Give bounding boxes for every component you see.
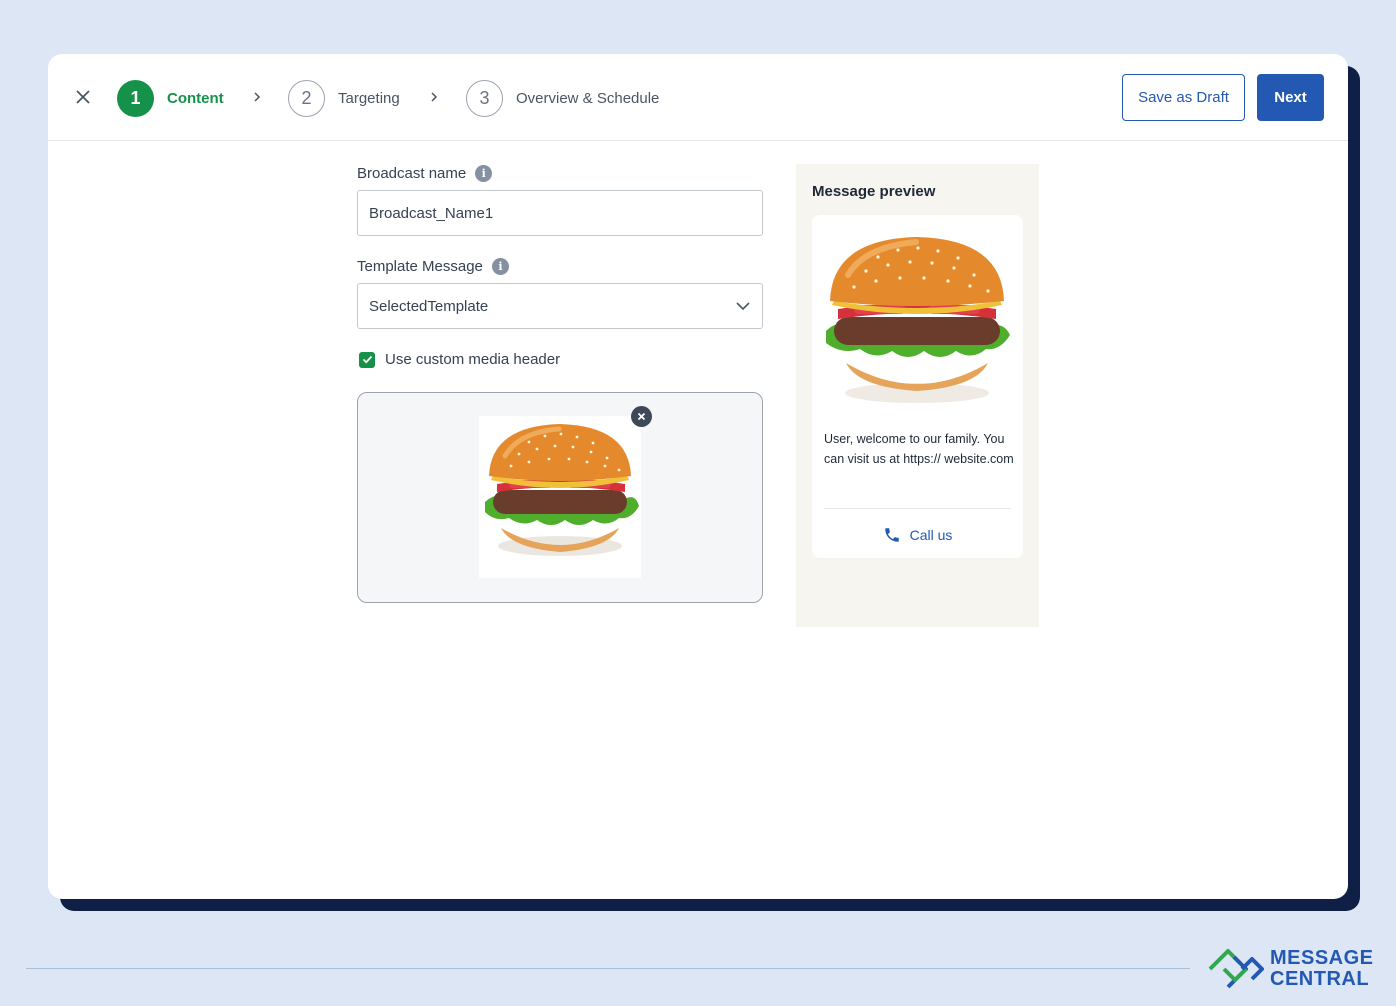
call-us-button[interactable]: Call us (812, 521, 1023, 549)
broadcast-name-label-text: Broadcast name (357, 165, 467, 182)
burger-image (826, 237, 1010, 403)
info-icon[interactable]: i (475, 165, 493, 182)
step-label: Overview & Schedule (516, 89, 660, 107)
logo-mark-icon (1208, 949, 1264, 989)
chevron-right-icon (254, 92, 261, 102)
step-label: Targeting (338, 89, 400, 107)
custom-media-checkbox[interactable] (359, 351, 375, 368)
chevron-right-icon (431, 92, 438, 102)
broadcast-name-input[interactable] (357, 190, 763, 236)
call-us-label: Call us (909, 527, 953, 543)
close-icon (637, 412, 646, 421)
step-targeting[interactable]: 2 Targeting (288, 79, 400, 117)
checkmark-icon (362, 355, 372, 364)
next-button[interactable]: Next (1257, 74, 1324, 121)
phone-icon (884, 528, 899, 542)
message-preview-panel: Message preview User, welcome to our fam… (796, 164, 1039, 627)
logo-text-line2: CENTRAL (1270, 968, 1370, 990)
wizard-header: 1 Content 2 Targeting 3 Overview & Sched… (48, 54, 1348, 141)
info-icon[interactable]: i (491, 258, 509, 275)
logo-text-line1: MESSAGE (1270, 947, 1374, 969)
media-thumbnail (479, 416, 641, 578)
save-as-draft-button[interactable]: Save as Draft (1122, 74, 1245, 121)
preview-message-text: User, welcome to our family. You can vis… (824, 432, 1014, 466)
step-label: Content (167, 89, 224, 107)
custom-media-checkbox-row[interactable]: Use custom media header (359, 351, 560, 368)
close-icon[interactable] (72, 86, 94, 108)
template-message-label-text: Template Message (357, 258, 483, 275)
burger-image (485, 424, 639, 556)
preview-title: Message preview (812, 183, 936, 200)
step-overview-schedule[interactable]: 3 Overview & Schedule (466, 79, 659, 117)
footer-divider (26, 968, 1190, 969)
media-upload-box[interactable] (357, 392, 763, 603)
template-selected-value: SelectedTemplate (369, 297, 489, 315)
step-number: 3 (466, 79, 503, 117)
message-bubble: User, welcome to our family. You can vis… (812, 215, 1023, 558)
broadcast-name-label: Broadcast name i (357, 165, 493, 182)
divider (824, 508, 1011, 509)
step-content[interactable]: 1 Content (117, 79, 224, 117)
step-number: 2 (288, 79, 325, 117)
custom-media-label: Use custom media header (385, 351, 561, 368)
broadcast-wizard-card: 1 Content 2 Targeting 3 Overview & Sched… (48, 54, 1348, 899)
template-message-label: Template Message i (357, 258, 509, 275)
logo-text: MESSAGE CENTRAL (1270, 948, 1374, 990)
template-message-select[interactable]: SelectedTemplate (357, 283, 763, 329)
step-number: 1 (117, 79, 154, 117)
remove-media-button[interactable] (631, 406, 652, 427)
message-central-logo: MESSAGE CENTRAL (1206, 948, 1374, 990)
chevron-down-icon (736, 302, 750, 311)
